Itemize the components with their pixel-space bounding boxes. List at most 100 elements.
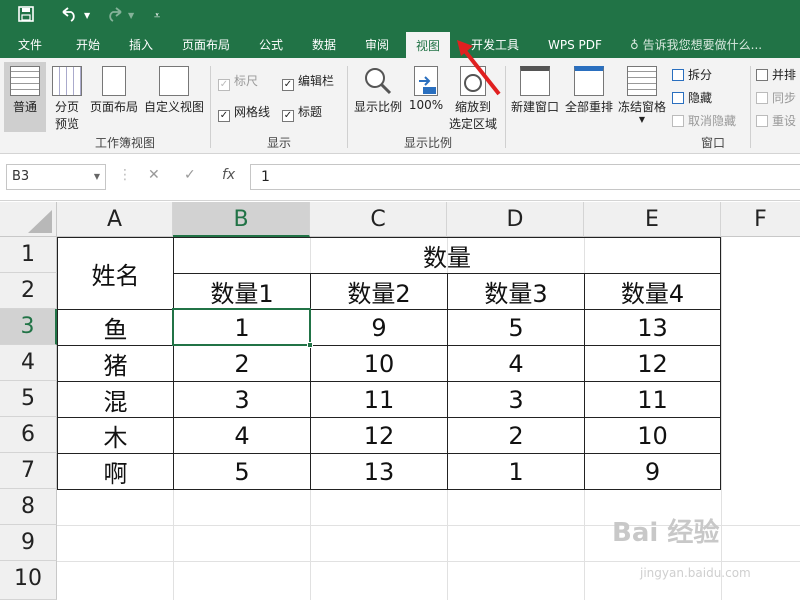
column-header-f[interactable]: F <box>721 202 800 237</box>
column-header-c[interactable]: C <box>310 202 447 237</box>
formula-bar: B3 ▼ ⋮ ✕ ✓ fx 1 <box>0 155 800 201</box>
gridline <box>721 237 722 600</box>
tab-wps-pdf[interactable]: WPS PDF <box>546 32 604 58</box>
redo-icon[interactable] <box>106 6 124 27</box>
row-header-2[interactable]: 2 <box>0 273 57 309</box>
name-box[interactable]: B3 ▼ <box>6 164 106 190</box>
arrange-all-button[interactable]: 全部重排 <box>562 66 616 115</box>
tab-insert[interactable]: 插入 <box>127 32 155 58</box>
tab-formulas[interactable]: 公式 <box>257 32 285 58</box>
cell-c7[interactable]: 13 <box>310 453 448 490</box>
page-layout-label: 页面布局 <box>89 100 138 114</box>
tab-home[interactable]: 开始 <box>74 32 102 58</box>
tab-review[interactable]: 审阅 <box>363 32 391 58</box>
reset-position-button[interactable]: 重设 <box>756 112 796 129</box>
cell-b2[interactable]: 数量1 <box>173 273 311 310</box>
new-window-button[interactable]: 新建窗口 <box>508 66 562 115</box>
view-side-by-side-button[interactable]: 并排 <box>756 66 796 83</box>
hide-button[interactable]: 隐藏 <box>672 89 712 106</box>
cell-d7[interactable]: 1 <box>447 453 585 490</box>
cell-d6[interactable]: 2 <box>447 417 585 454</box>
cell-d2[interactable]: 数量3 <box>447 273 585 310</box>
row-header-7[interactable]: 7 <box>0 453 57 489</box>
cell-a5[interactable]: 混 <box>57 381 174 418</box>
row-header-3[interactable]: 3 <box>0 309 57 345</box>
insert-function-icon[interactable]: fx <box>222 167 235 183</box>
row-header-5[interactable]: 5 <box>0 381 57 417</box>
red-arrow-annotation <box>457 40 501 96</box>
cell-b6[interactable]: 4 <box>173 417 311 454</box>
customize-qat-icon[interactable]: ⩡ <box>154 6 160 26</box>
cell-d5[interactable]: 3 <box>447 381 585 418</box>
cell-e3[interactable]: 13 <box>584 309 721 346</box>
tab-data[interactable]: 数据 <box>310 32 338 58</box>
cell-b7[interactable]: 5 <box>173 453 311 490</box>
sync-scroll-button[interactable]: 同步 <box>756 89 796 106</box>
cell-d3[interactable]: 5 <box>447 309 585 346</box>
cell-b1-qty-header[interactable]: 数量 <box>173 237 721 274</box>
cell-a6[interactable]: 木 <box>57 417 174 454</box>
row-header-8[interactable]: 8 <box>0 489 57 525</box>
column-header-b[interactable]: B <box>173 202 310 237</box>
undo-icon[interactable] <box>60 6 78 27</box>
row-header-1[interactable]: 1 <box>0 237 57 273</box>
tell-me-text: 告诉我您想要做什么... <box>642 38 763 52</box>
zoom-button[interactable]: 显示比例 <box>352 66 404 115</box>
row-header-4[interactable]: 4 <box>0 345 57 381</box>
cell-d4[interactable]: 4 <box>447 345 585 382</box>
cell-b4[interactable]: 2 <box>173 345 311 382</box>
freeze-panes-button[interactable]: 冻结窗格 ▼ <box>615 66 669 124</box>
tab-file[interactable]: 文件 <box>16 32 44 58</box>
cell-e6[interactable]: 10 <box>584 417 721 454</box>
ruler-checkbox[interactable]: ✓ 标尺 <box>218 72 258 91</box>
cell-e7[interactable]: 9 <box>584 453 721 490</box>
tab-view[interactable]: 视图 <box>406 32 451 58</box>
column-header-a[interactable]: A <box>57 202 173 237</box>
unhide-button[interactable]: 取消隐藏 <box>672 112 736 129</box>
fill-handle[interactable] <box>307 342 313 348</box>
cancel-icon[interactable]: ✕ <box>148 167 160 183</box>
page-layout-button[interactable]: 页面布局 <box>88 66 140 115</box>
cell-c5[interactable]: 11 <box>310 381 448 418</box>
enter-icon[interactable]: ✓ <box>184 167 196 183</box>
cell-b5[interactable]: 3 <box>173 381 311 418</box>
redo-dropdown-icon[interactable]: ▼ <box>128 6 134 26</box>
normal-view-button[interactable]: 普通 <box>4 62 46 132</box>
cell-a1-name-header[interactable]: 姓名 <box>57 237 174 310</box>
save-icon[interactable] <box>18 6 34 27</box>
cell-a3[interactable]: 鱼 <box>57 309 174 346</box>
formula-input[interactable]: 1 <box>250 164 800 190</box>
custom-views-button[interactable]: 自定义视图 <box>142 66 206 115</box>
zoom-100-button[interactable]: 100% <box>408 66 444 112</box>
column-header-d[interactable]: D <box>447 202 584 237</box>
cell-a4[interactable]: 猪 <box>57 345 174 382</box>
split-button[interactable]: 拆分 <box>672 66 712 83</box>
headings-checkbox[interactable]: ✓ 标题 <box>282 103 322 122</box>
cell-e4[interactable]: 12 <box>584 345 721 382</box>
formula-bar-label: 编辑栏 <box>298 74 335 88</box>
select-all-corner[interactable] <box>0 202 57 237</box>
ruler-label: 标尺 <box>234 74 259 88</box>
more-dots-icon: ⋮ <box>118 167 132 183</box>
cell-c4[interactable]: 10 <box>310 345 448 382</box>
page-break-preview-button[interactable]: 分页 预览 <box>48 66 86 132</box>
row-header-10[interactable]: 10 <box>0 561 57 600</box>
formula-bar-checkbox[interactable]: ✓ 编辑栏 <box>282 72 334 91</box>
row-header-6[interactable]: 6 <box>0 417 57 453</box>
row-header-9[interactable]: 9 <box>0 525 57 561</box>
cell-e2[interactable]: 数量4 <box>584 273 721 310</box>
gridlines-checkbox[interactable]: ✓ 网格线 <box>218 103 270 122</box>
gridline <box>57 561 800 562</box>
tab-page-layout[interactable]: 页面布局 <box>180 32 232 58</box>
cell-c6[interactable]: 12 <box>310 417 448 454</box>
cell-c2[interactable]: 数量2 <box>310 273 448 310</box>
chevron-down-icon[interactable]: ▼ <box>94 165 100 189</box>
cell-a7[interactable]: 啊 <box>57 453 174 490</box>
cell-e5[interactable]: 11 <box>584 381 721 418</box>
tell-me-box[interactable]: ♁ 告诉我您想要做什么... <box>628 32 764 58</box>
active-cell-outline <box>172 308 311 346</box>
undo-dropdown-icon[interactable]: ▼ <box>84 6 90 26</box>
cell-c3[interactable]: 9 <box>310 309 448 346</box>
column-header-e[interactable]: E <box>584 202 721 237</box>
headings-check-icon: ✓ <box>282 110 294 122</box>
